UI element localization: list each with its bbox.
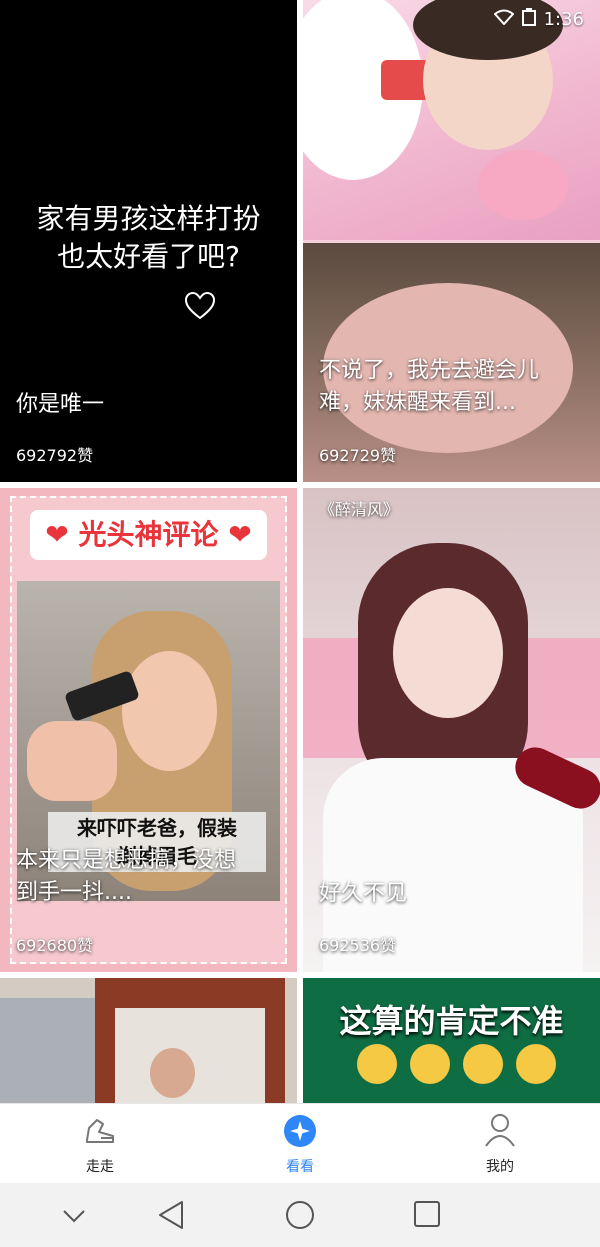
card-overlay-text: 这算的肯定不准 xyxy=(339,1002,564,1040)
card-overlay-text: 家有男孩这样打扮 也太好看了吧? xyxy=(36,202,261,273)
watermark: 《醉清风》 xyxy=(319,500,400,519)
video-card[interactable] xyxy=(0,978,297,1103)
tab-label: 走走 xyxy=(86,1159,114,1175)
battery-icon xyxy=(521,8,536,31)
compass-icon xyxy=(283,1114,317,1152)
tab-label: 看看 xyxy=(286,1159,314,1175)
status-time: 1:36 xyxy=(543,9,584,30)
video-title: 好久不见 xyxy=(319,881,408,906)
video-card[interactable]: 家有男孩这样打扮 也太好看了吧? 你是唯一 692792赞 xyxy=(0,0,297,482)
back-icon[interactable] xyxy=(156,1199,186,1235)
video-title: 你是唯一 xyxy=(16,392,105,417)
video-card[interactable]: 这算的肯定不准 xyxy=(303,978,600,1103)
status-bar: 1:36 xyxy=(493,8,584,31)
tab-watch[interactable]: 看看 xyxy=(240,1104,360,1184)
video-card[interactable]: ❤ 光头神评论 ❤ 来吓吓老爸，假装 剃掉眉毛 本来只是想恶搞，没想 到手一抖.… xyxy=(0,488,297,972)
tab-profile[interactable]: 我的 xyxy=(440,1104,560,1184)
video-feed-grid: 家有男孩这样打扮 也太好看了吧? 你是唯一 692792赞 不说了，我先去避会儿… xyxy=(0,0,600,1103)
laughing-emoji-icon xyxy=(357,1044,397,1084)
user-icon xyxy=(483,1112,517,1152)
tab-label: 我的 xyxy=(486,1159,514,1175)
like-count: 692792赞 xyxy=(16,446,94,465)
system-navigation-bar xyxy=(0,1183,600,1247)
laughing-emoji-icon xyxy=(463,1044,504,1084)
heart-emoji-icon: ❤ xyxy=(228,518,252,551)
bottom-tab-bar: 走走 看看 我的 xyxy=(0,1103,600,1184)
banner-text: ❤ 光头神评论 ❤ xyxy=(30,510,267,560)
recent-apps-icon[interactable] xyxy=(412,1199,442,1233)
video-card[interactable]: 《醉清风》 好久不见 692536赞 xyxy=(303,488,600,972)
tab-walk[interactable]: 走走 xyxy=(40,1104,160,1184)
thumbnail-image xyxy=(303,0,600,240)
video-card[interactable]: 不说了，我先去避会儿 难，妹妹醒来看到... 692729赞 xyxy=(303,0,600,482)
heart-emoji-icon: ❤ xyxy=(45,518,69,551)
laughing-emoji-icon xyxy=(516,1044,557,1084)
like-count: 692536赞 xyxy=(319,936,397,955)
laughing-emoji-icon xyxy=(410,1044,451,1084)
thumbnail-image xyxy=(0,978,297,1103)
laughing-emoji-row xyxy=(353,1044,560,1088)
sneaker-icon xyxy=(83,1114,117,1152)
video-title: 不说了，我先去避会儿 难，妹妹醒来看到... xyxy=(319,358,540,415)
home-icon[interactable] xyxy=(284,1199,316,1235)
wifi-icon xyxy=(493,9,515,30)
like-count: 692680赞 xyxy=(16,936,94,955)
video-title: 本来只是想恶搞，没想 到手一抖.... xyxy=(16,848,237,905)
like-count: 692729赞 xyxy=(319,446,397,465)
chevron-down-icon[interactable] xyxy=(60,1203,88,1231)
heart-icon[interactable] xyxy=(184,291,216,324)
